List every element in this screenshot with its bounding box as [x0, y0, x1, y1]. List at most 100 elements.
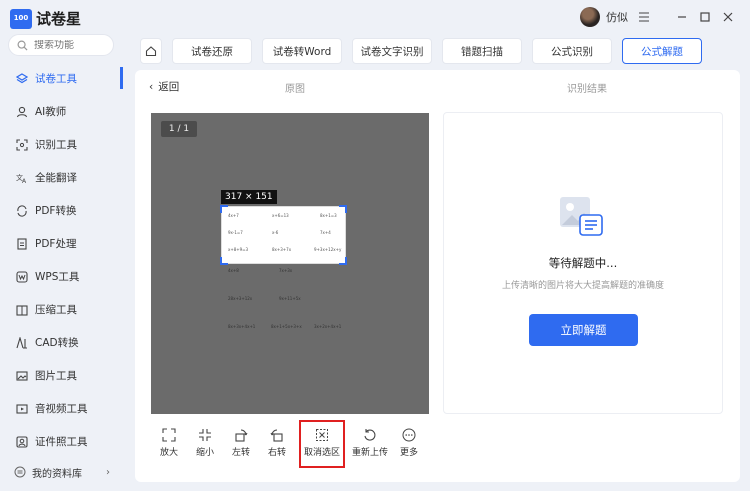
cancel-selection-button[interactable]: 取消选区 [299, 420, 345, 468]
preview-toolbar: 放大 缩小 左转 右转 取消选区 重新上传 更多 [151, 420, 427, 468]
math-text: x+8+9=3 [228, 247, 249, 252]
scan-icon [16, 138, 28, 151]
home-icon [145, 46, 157, 57]
sidebar-item-id-photo[interactable]: 证件照工具 [0, 425, 123, 458]
sidebar-item-cad[interactable]: CAD转换 [0, 326, 123, 359]
pdf-icon [16, 237, 28, 250]
tool-label: 缩小 [195, 448, 214, 458]
sidebar-item-ai-teacher[interactable]: AI教师 [0, 95, 123, 128]
zoom-in-button[interactable]: 放大 [151, 420, 187, 468]
ai-teacher-icon [16, 106, 28, 118]
title-bar: 仿似 [123, 0, 750, 36]
main-panel: ‹ 返回 原图 识别结果 1 / 1 4x+8 7x+3x 28x+3+12x … [135, 70, 740, 482]
layers-icon [16, 72, 28, 85]
back-button[interactable]: ‹ 返回 [149, 79, 179, 94]
selection-handle-top-right[interactable] [339, 205, 347, 213]
selection-handle-bottom-right[interactable] [339, 257, 347, 265]
original-header: 原图 [285, 84, 305, 95]
image-placeholder-icon [560, 197, 603, 236]
tool-label: 取消选区 [303, 448, 340, 458]
translate-icon: 文A [16, 172, 28, 184]
sidebar-item-label: PDF处理 [35, 238, 77, 250]
math-text: 8x+3x+4x+1 [228, 324, 256, 329]
math-text: 4x+8 [228, 268, 239, 273]
video-icon [16, 403, 28, 415]
menu-icon[interactable] [637, 10, 651, 24]
sidebar-item-pdf-convert[interactable]: PDF转换 [0, 194, 123, 227]
minimize-icon[interactable] [675, 10, 689, 24]
more-button[interactable]: 更多 [391, 420, 427, 468]
math-text: 9x+11+5x [279, 296, 301, 301]
close-icon[interactable] [721, 10, 735, 24]
tool-label: 右转 [267, 448, 286, 458]
sidebar-item-exam-tools[interactable]: 试卷工具 [0, 62, 123, 95]
convert-icon [16, 204, 28, 217]
rotate-left-button[interactable]: 左转 [223, 420, 259, 468]
tab-label: 试卷转Word [272, 45, 332, 58]
solve-now-button[interactable]: 立即解题 [529, 314, 638, 346]
tab-formula-solve[interactable]: 公式解题 [622, 38, 702, 64]
cad-icon [16, 336, 28, 349]
math-text: 9x-1=7 [228, 230, 243, 235]
search-box[interactable] [8, 34, 114, 56]
tab-label: 公式解题 [641, 45, 683, 58]
search-input[interactable] [34, 39, 104, 51]
selection-handle-bottom-left[interactable] [220, 257, 228, 265]
username: 仿似 [606, 11, 628, 24]
more-icon [402, 428, 416, 442]
reupload-icon [364, 429, 376, 441]
user-profile[interactable]: 仿似 [580, 7, 628, 27]
image-preview[interactable]: 1 / 1 4x+8 7x+3x 28x+3+12x 9x+11+5x 8x+3… [151, 113, 429, 414]
reupload-button[interactable]: 重新上传 [349, 420, 391, 468]
sidebar-item-label: WPS工具 [35, 271, 80, 283]
home-button[interactable] [140, 38, 162, 64]
math-text: 7x+3x [279, 268, 293, 273]
sidebar-item-pdf-process[interactable]: PDF处理 [0, 227, 123, 260]
sidebar-item-label: 证件照工具 [35, 436, 88, 448]
upload-hint: 上传清晰的图片将大大提高解题的准确度 [501, 281, 664, 291]
sidebar-item-translate[interactable]: 文A 全能翻译 [0, 161, 123, 194]
rotate-right-button[interactable]: 右转 [259, 420, 295, 468]
library-icon [14, 466, 26, 478]
tab-label: 错题扫描 [461, 45, 503, 58]
math-text: 28x+3+12x [228, 296, 253, 301]
search-icon [17, 40, 28, 51]
tool-label: 左转 [231, 448, 250, 458]
result-panel: 等待解题中... 上传清晰的图片将大大提高解题的准确度 立即解题 [443, 112, 723, 414]
chevron-right-icon: › [106, 466, 110, 478]
tool-label: 放大 [159, 448, 178, 458]
math-text: 8x+1=3 [320, 213, 337, 218]
sidebar-item-wps[interactable]: WPS工具 [0, 260, 123, 293]
avatar[interactable] [580, 7, 600, 27]
sidebar-item-label: PDF转换 [35, 205, 77, 217]
maximize-icon[interactable] [698, 10, 712, 24]
zoom-in-icon [162, 428, 176, 442]
tab-paper-ocr[interactable]: 试卷文字识别 [352, 38, 432, 64]
compress-icon [16, 304, 28, 316]
page-counter: 1 / 1 [161, 121, 197, 137]
sidebar-item-label: 图片工具 [35, 370, 77, 382]
tab-formula-ocr[interactable]: 公式识别 [532, 38, 612, 64]
tool-tabs: 试卷还原 试卷转Word 试卷文字识别 错题扫描 公式识别 公式解题 [140, 38, 702, 64]
sidebar-item-video[interactable]: 音视频工具 [0, 392, 123, 425]
waiting-status: 等待解题中... [548, 256, 618, 270]
selection-area[interactable]: 4x+7 x+6=13 8x+1=3 9x-1=7 x-6 7x+4 x+8+9… [221, 206, 346, 264]
svg-text:A: A [22, 178, 27, 184]
sidebar-item-recognition[interactable]: 识别工具 [0, 128, 123, 161]
selection-handle-top-left[interactable] [220, 205, 228, 213]
sidebar-item-compress[interactable]: 压缩工具 [0, 293, 123, 326]
zoom-out-button[interactable]: 缩小 [187, 420, 223, 468]
math-text: 7x+4 [320, 230, 331, 235]
sidebar: 100 试卷星 试卷工具 AI教师 识别工具 文A 全能翻译 PDF转换 PDF… [0, 0, 123, 491]
chevron-left-icon: ‹ [149, 80, 154, 93]
tab-paper-restore[interactable]: 试卷还原 [172, 38, 252, 64]
tab-label: 公式识别 [551, 45, 593, 58]
app-name: 试卷星 [36, 10, 82, 28]
my-library-button[interactable]: 我的资料库 › [8, 461, 116, 483]
sidebar-item-image[interactable]: 图片工具 [0, 359, 123, 392]
math-text: 8x+3+7x [272, 247, 292, 252]
rotate-left-icon [235, 429, 248, 442]
tab-error-scan[interactable]: 错题扫描 [442, 38, 522, 64]
cancel-selection-icon [316, 429, 328, 441]
tab-paper-to-word[interactable]: 试卷转Word [262, 38, 342, 64]
